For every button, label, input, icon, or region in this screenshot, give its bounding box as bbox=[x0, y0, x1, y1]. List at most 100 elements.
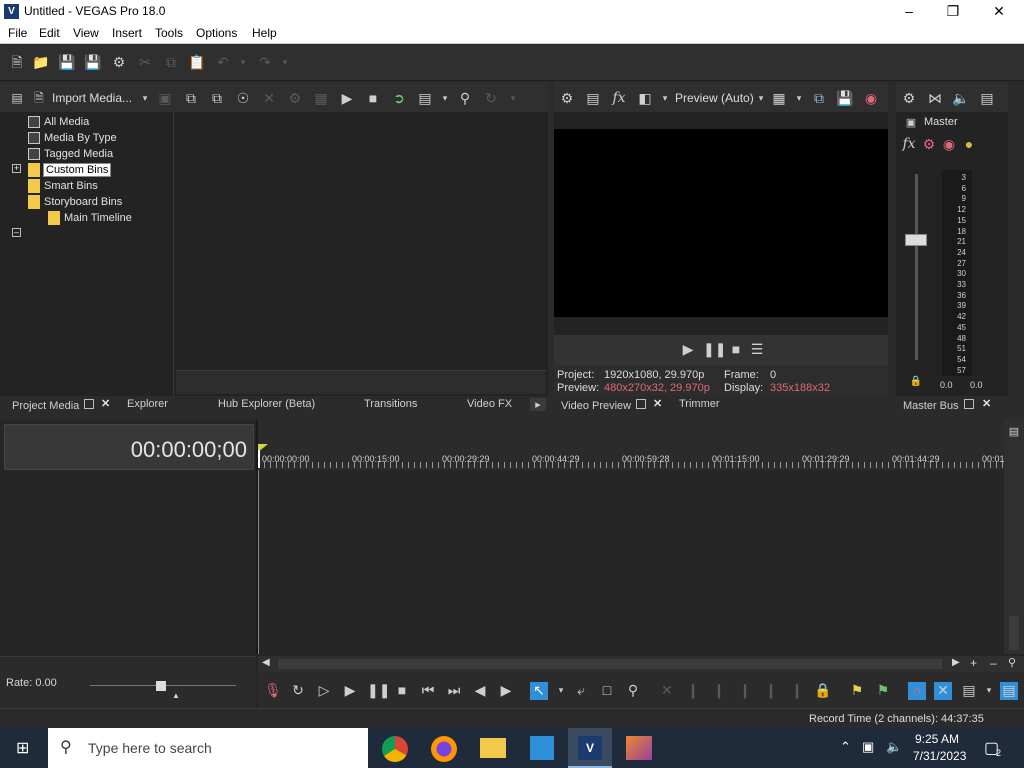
stop-media-icon[interactable]: ■ bbox=[364, 90, 382, 108]
properties-icon[interactable]: ⚙ bbox=[286, 90, 304, 108]
overlays-grid-icon[interactable]: ▦ bbox=[770, 90, 788, 108]
ruler-options-icon[interactable]: ▤ bbox=[1005, 424, 1023, 442]
search-icon[interactable]: ⚲ bbox=[456, 90, 474, 108]
split-event-icon[interactable]: ❙ bbox=[788, 682, 806, 700]
split-dropdown-icon[interactable]: ▾ bbox=[656, 90, 674, 108]
preview-quality-select[interactable]: Preview (Auto) bbox=[675, 91, 754, 105]
file-explorer-icon[interactable] bbox=[480, 738, 506, 758]
downmix-icon[interactable]: ⋈ bbox=[926, 90, 944, 108]
zoom-out-icon[interactable]: – bbox=[990, 656, 997, 670]
lock-envelopes-icon[interactable]: ▤ bbox=[1000, 682, 1018, 700]
go-to-start-icon[interactable]: ⏮ bbox=[419, 682, 437, 700]
menu-options[interactable]: Options bbox=[196, 26, 237, 40]
network-icon[interactable]: ▣ bbox=[862, 739, 874, 755]
settings-icon[interactable]: ⚙ bbox=[110, 54, 128, 72]
snapping-icon[interactable]: ∩ bbox=[908, 682, 926, 700]
tab-hub-explorer[interactable]: Hub Explorer (Beta) bbox=[218, 398, 315, 410]
menu-file[interactable]: File bbox=[8, 26, 27, 40]
stop-icon[interactable]: ■ bbox=[393, 682, 411, 700]
undock-icon[interactable] bbox=[964, 399, 974, 409]
play-media-icon[interactable]: ▶ bbox=[338, 90, 356, 108]
menu-tools[interactable]: Tools bbox=[155, 26, 183, 40]
views-icon[interactable]: ▤ bbox=[8, 90, 26, 108]
import-media-button[interactable]: Import Media... bbox=[52, 91, 132, 105]
mixer-view-icon[interactable]: ▤ bbox=[978, 90, 996, 108]
save-snapshot-icon[interactable]: 💾 bbox=[836, 90, 854, 108]
go-to-end-icon[interactable]: ⏭ bbox=[445, 682, 463, 700]
tree-item-tagged-media[interactable]: Tagged Media bbox=[28, 146, 113, 162]
windows-start-icon[interactable]: ⊞ bbox=[16, 738, 29, 758]
split-icon[interactable]: ❙ bbox=[762, 682, 780, 700]
import-dropdown-icon[interactable]: ▾ bbox=[136, 90, 154, 108]
media-fx-icon[interactable]: ▦ bbox=[312, 90, 330, 108]
playhead[interactable] bbox=[258, 470, 259, 654]
dim-output-icon[interactable]: 🔈 bbox=[952, 90, 970, 108]
copy-icon[interactable]: ⧉ bbox=[162, 54, 180, 72]
overlays-dropdown-icon[interactable]: ▾ bbox=[790, 90, 808, 108]
rate-reset-icon[interactable]: ▲ bbox=[172, 691, 180, 700]
play-icon[interactable]: ▶ bbox=[341, 682, 359, 700]
insert-marker-icon[interactable]: ⚑ bbox=[848, 682, 866, 700]
splitter[interactable] bbox=[173, 112, 174, 398]
video-fx-icon[interactable]: fx bbox=[610, 90, 628, 108]
undo-dropdown-icon[interactable]: ▾ bbox=[234, 54, 252, 72]
copy-snapshot-icon[interactable]: ⧉ bbox=[810, 90, 828, 108]
tree-item-smart-bins[interactable]: Smart Bins bbox=[28, 178, 98, 194]
normal-edit-tool-icon[interactable]: ↖ bbox=[530, 682, 548, 700]
zoom-tool-icon[interactable]: ⚲ bbox=[1008, 656, 1016, 669]
undock-icon[interactable] bbox=[636, 399, 646, 409]
trim-icon[interactable]: ❙ bbox=[684, 682, 702, 700]
loop-icon[interactable]: ↻ bbox=[289, 682, 307, 700]
zoom-in-icon[interactable]: + bbox=[970, 656, 977, 670]
redo-icon[interactable]: ↷ bbox=[256, 54, 274, 72]
play-icon[interactable]: ▶ bbox=[679, 341, 697, 359]
taskbar-search[interactable]: ⚲ Type here to search bbox=[48, 728, 368, 768]
pause-icon[interactable]: ❚❚ bbox=[367, 682, 390, 700]
save-icon[interactable]: 💾 bbox=[58, 54, 76, 72]
refresh-dropdown-icon[interactable]: ▾ bbox=[504, 90, 522, 108]
master-fader-handle[interactable] bbox=[905, 234, 927, 246]
auto-preview-icon[interactable]: ➲ bbox=[390, 90, 408, 108]
external-monitor-icon[interactable]: ▤ bbox=[584, 90, 602, 108]
clock-time[interactable]: 9:25 AM bbox=[915, 732, 959, 746]
show-hidden-icons[interactable]: ⌃ bbox=[840, 739, 851, 755]
paste-icon[interactable]: 📋 bbox=[188, 54, 206, 72]
solo-icon[interactable]: ● bbox=[960, 136, 978, 154]
rate-slider-handle[interactable] bbox=[156, 681, 166, 691]
menu-edit[interactable]: Edit bbox=[39, 26, 60, 40]
split-screen-icon[interactable]: ◧ bbox=[636, 90, 654, 108]
remove-unused-icon[interactable]: ☉ bbox=[234, 90, 252, 108]
preview-settings-icon[interactable]: ⚙ bbox=[558, 90, 576, 108]
menu-help[interactable]: Help bbox=[252, 26, 277, 40]
expand-icon[interactable]: + bbox=[12, 164, 21, 173]
selection-tool-icon[interactable]: □ bbox=[598, 682, 616, 700]
next-frame-icon[interactable]: ▶ bbox=[497, 682, 515, 700]
zoom-edit-tool-icon[interactable]: ⚲ bbox=[624, 682, 642, 700]
tree-item-main-timeline[interactable]: Main Timeline bbox=[48, 210, 132, 226]
previous-frame-icon[interactable]: ◀ bbox=[471, 682, 489, 700]
close-tab-icon[interactable]: ✕ bbox=[101, 397, 110, 410]
record-icon[interactable]: 🎙 bbox=[264, 682, 282, 700]
record-icon[interactable]: ◉ bbox=[862, 90, 880, 108]
tab-video-fx[interactable]: Video FX bbox=[467, 398, 512, 410]
track-list[interactable] bbox=[0, 474, 256, 654]
pause-icon[interactable]: ❚❚ bbox=[703, 341, 726, 359]
redo-dropdown-icon[interactable]: ▾ bbox=[276, 54, 294, 72]
view-dropdown-icon[interactable]: ▾ bbox=[436, 90, 454, 108]
tab-scroll-right-icon[interactable]: ▸ bbox=[530, 398, 546, 411]
firefox-icon[interactable] bbox=[431, 736, 457, 762]
trim-start-icon[interactable]: ❙ bbox=[710, 682, 728, 700]
import-media-icon[interactable]: 🗎 bbox=[30, 90, 48, 108]
playhead-marker[interactable] bbox=[258, 450, 260, 468]
menu-view[interactable]: View bbox=[73, 26, 99, 40]
replace-icon[interactable]: ⧉ bbox=[208, 90, 226, 108]
track-area[interactable] bbox=[258, 470, 1004, 654]
vertical-scrollbar[interactable]: ▤ bbox=[1004, 420, 1024, 654]
h-scroll-thumb[interactable] bbox=[278, 659, 942, 669]
tab-transitions[interactable]: Transitions bbox=[364, 398, 417, 410]
insert-region-icon[interactable]: ⚑ bbox=[874, 682, 892, 700]
open-folder-icon[interactable]: 📁 bbox=[32, 54, 50, 72]
tree-item-all-media[interactable]: All Media bbox=[28, 114, 89, 130]
edit-tool-dropdown-icon[interactable]: ▾ bbox=[552, 682, 570, 700]
capture-icon[interactable]: ▣ bbox=[156, 90, 174, 108]
